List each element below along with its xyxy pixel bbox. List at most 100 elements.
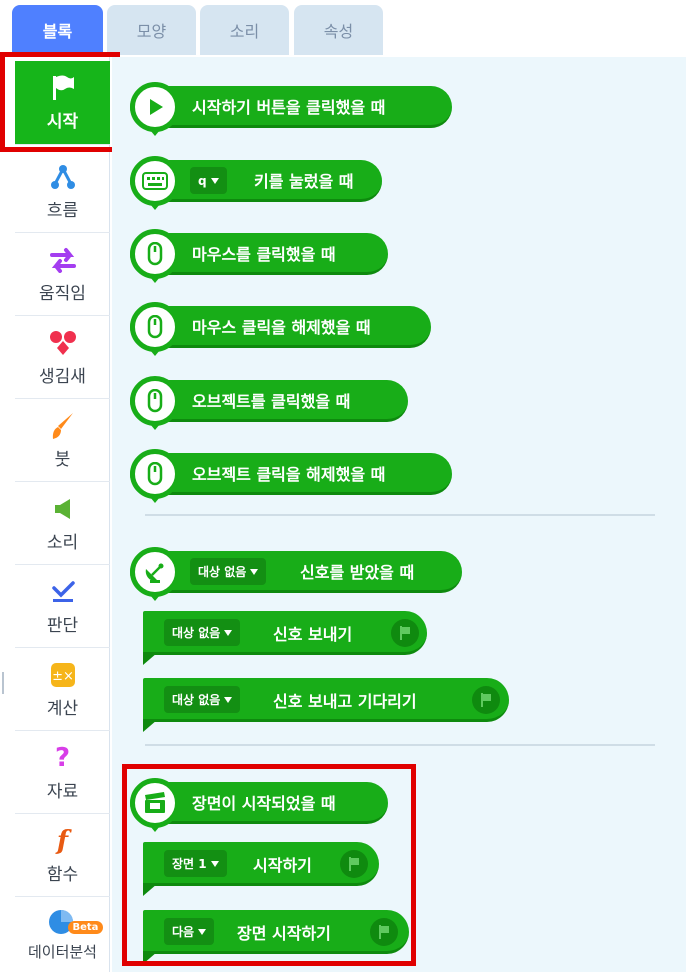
flow-icon bbox=[48, 162, 78, 192]
block-label: 신호 보내기 bbox=[273, 625, 353, 644]
dropdown-value: q bbox=[198, 173, 207, 188]
move-arrows-icon bbox=[48, 245, 78, 275]
signal-dropdown[interactable]: 대상 없음 bbox=[164, 686, 241, 713]
flag-icon bbox=[340, 850, 368, 878]
category-data[interactable]: ? 자료 bbox=[15, 731, 110, 814]
mouse-icon bbox=[130, 302, 180, 352]
chevron-down-icon bbox=[198, 928, 207, 935]
chevron-down-icon bbox=[210, 177, 219, 184]
category-start[interactable]: 시작 bbox=[15, 61, 110, 145]
tab-label: 소리 bbox=[229, 22, 260, 41]
flag-icon bbox=[472, 686, 500, 714]
when-scene-started-block[interactable]: 장면이 시작되었을 때 bbox=[130, 778, 388, 832]
category-calculation[interactable]: ±× 계산 bbox=[15, 648, 110, 731]
chevron-down-icon bbox=[250, 568, 259, 575]
block-label: 오브젝트를 클릭했을 때 bbox=[192, 391, 351, 411]
tab-sounds[interactable]: 소리 bbox=[200, 5, 289, 55]
category-label: 판단 bbox=[46, 615, 79, 636]
category-function[interactable]: f 함수 bbox=[15, 814, 110, 897]
pie-chart-icon: Beta bbox=[48, 907, 104, 937]
category-label: 붓 bbox=[54, 449, 71, 470]
tab-shapes[interactable]: 모양 bbox=[107, 5, 196, 55]
when-object-released-block[interactable]: 오브젝트 클릭을 해제했을 때 bbox=[130, 449, 452, 503]
mouse-icon bbox=[130, 449, 180, 499]
tab-blocks[interactable]: 블록 bbox=[12, 5, 103, 55]
block-label: 장면이 시작되었을 때 bbox=[192, 793, 336, 813]
shapes-icon bbox=[48, 328, 78, 358]
block-notch bbox=[143, 884, 157, 896]
mouse-icon bbox=[130, 229, 180, 279]
category-movement[interactable]: 움직임 bbox=[15, 233, 110, 316]
block-notch bbox=[143, 720, 157, 732]
keyboard-icon bbox=[130, 156, 180, 206]
block-notch bbox=[143, 653, 157, 665]
block-label: 오브젝트 클릭을 해제했을 때 bbox=[192, 464, 386, 484]
start-scene-block[interactable]: 장면 1 시작하기 bbox=[143, 842, 379, 896]
category-label: 생김새 bbox=[39, 366, 86, 387]
block-label: 시작하기 bbox=[253, 856, 312, 875]
tab-properties[interactable]: 속성 bbox=[294, 5, 383, 55]
block-notch bbox=[143, 952, 157, 964]
category-sound[interactable]: 소리 bbox=[15, 482, 110, 565]
start-next-scene-block[interactable]: 다음 장면 시작하기 bbox=[143, 910, 409, 964]
next-scene-dropdown[interactable]: 다음 bbox=[164, 918, 215, 945]
block-label: 장면 시작하기 bbox=[237, 924, 331, 943]
beta-badge: Beta bbox=[67, 921, 104, 934]
when-key-pressed-block[interactable]: q 키를 눌렀을 때 bbox=[130, 156, 382, 210]
calculator-icon: ±× bbox=[48, 660, 78, 690]
category-sidebar: 시작 흐름 움직임 생김새 붓 소리 판단 ±× 계산 ? 자료 f 함수 Be… bbox=[15, 55, 110, 972]
category-label: 함수 bbox=[46, 864, 79, 885]
question-icon: ? bbox=[54, 742, 71, 773]
key-dropdown[interactable]: q bbox=[190, 167, 227, 194]
dropdown-value: 대상 없음 bbox=[172, 626, 221, 640]
category-label: 데이터분석 bbox=[27, 943, 97, 961]
chevron-down-icon bbox=[224, 696, 233, 703]
flag-icon bbox=[391, 619, 419, 647]
dropdown-value: 대상 없음 bbox=[198, 565, 247, 579]
send-signal-and-wait-block[interactable]: 대상 없음 신호 보내고 기다리기 bbox=[143, 678, 509, 732]
dropdown-value: 다음 bbox=[172, 925, 195, 939]
clapperboard-icon bbox=[130, 778, 180, 828]
category-label: 움직임 bbox=[39, 283, 86, 304]
category-looks[interactable]: 생김새 bbox=[15, 316, 110, 399]
category-flow[interactable]: 흐름 bbox=[15, 150, 110, 233]
block-label: 마우스 클릭을 해제했을 때 bbox=[192, 317, 371, 337]
section-divider bbox=[145, 744, 655, 746]
tab-label: 블록 bbox=[42, 22, 73, 41]
when-signal-received-block[interactable]: 대상 없음 신호를 받았을 때 bbox=[130, 547, 462, 601]
category-label: 소리 bbox=[46, 532, 79, 553]
signal-dropdown[interactable]: 대상 없음 bbox=[190, 558, 267, 585]
when-start-clicked-block[interactable]: 시작하기 버튼을 클릭했을 때 bbox=[130, 82, 452, 136]
category-data-analysis[interactable]: Beta 데이터분석 bbox=[15, 897, 110, 972]
category-judgement[interactable]: 판단 bbox=[15, 565, 110, 648]
flag-icon bbox=[370, 918, 398, 946]
mouse-icon bbox=[130, 376, 180, 426]
send-signal-block[interactable]: 대상 없음 신호 보내기 bbox=[143, 611, 427, 665]
category-label: 자료 bbox=[46, 781, 79, 802]
speaker-icon bbox=[48, 494, 78, 524]
svg-text:±×: ±× bbox=[52, 669, 74, 684]
tab-label: 속성 bbox=[323, 22, 354, 41]
chevron-down-icon bbox=[224, 629, 233, 636]
function-icon: f bbox=[56, 825, 69, 856]
category-label: 흐름 bbox=[46, 200, 79, 221]
category-label: 시작 bbox=[46, 112, 79, 132]
section-divider bbox=[145, 514, 655, 516]
play-icon bbox=[130, 82, 180, 132]
tab-bar: 블록 모양 소리 속성 bbox=[0, 0, 686, 55]
block-label: 신호 보내고 기다리기 bbox=[273, 692, 417, 711]
when-object-clicked-block[interactable]: 오브젝트를 클릭했을 때 bbox=[130, 376, 408, 430]
when-mouse-released-block[interactable]: 마우스 클릭을 해제했을 때 bbox=[130, 302, 431, 356]
scene-dropdown[interactable]: 장면 1 bbox=[164, 850, 227, 877]
block-label: 키를 눌렀을 때 bbox=[254, 171, 354, 191]
when-mouse-clicked-block[interactable]: 마우스를 클릭했을 때 bbox=[130, 229, 388, 283]
check-icon bbox=[48, 577, 78, 607]
block-label: 마우스를 클릭했을 때 bbox=[192, 244, 336, 264]
category-label: 계산 bbox=[46, 698, 79, 719]
satellite-dish-icon bbox=[130, 547, 180, 597]
category-brush[interactable]: 붓 bbox=[15, 399, 110, 482]
dropdown-value: 대상 없음 bbox=[172, 693, 221, 707]
dropdown-value: 장면 1 bbox=[172, 857, 207, 871]
brush-icon bbox=[48, 411, 78, 441]
signal-dropdown[interactable]: 대상 없음 bbox=[164, 619, 241, 646]
